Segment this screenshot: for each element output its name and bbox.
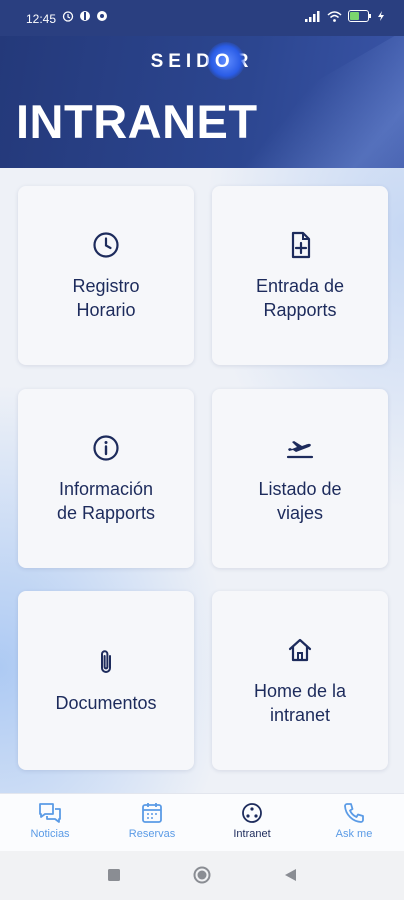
intranet-icon	[242, 803, 262, 823]
bottom-nav: Noticias Reservas Intranet Ask me	[0, 793, 404, 852]
nav-label: Intranet	[233, 828, 271, 840]
card-label-line2: de Rapports	[56, 502, 156, 523]
home-icon	[288, 638, 312, 661]
card-label: Registro Horario	[62, 274, 149, 322]
card-label-line1: Home de la	[253, 680, 347, 701]
chat-icon	[39, 803, 61, 823]
card-label-line1: Documentos	[55, 692, 157, 713]
status-bar: 12:45	[0, 0, 404, 36]
nav-item-ask-me[interactable]: Ask me	[314, 802, 394, 840]
nav-label: Noticias	[30, 828, 70, 840]
card-label-line2: Rapports	[263, 299, 337, 320]
system-nav-bar	[0, 851, 404, 900]
card-entrada-rapports[interactable]: Entrada de Rapports	[212, 186, 388, 365]
logo-text-o: O	[214, 51, 235, 72]
logo-o: O	[206, 42, 245, 80]
card-home-intranet[interactable]: Home de la intranet	[212, 591, 388, 770]
card-documentos[interactable]: Documentos	[18, 591, 194, 770]
charging-icon	[378, 11, 384, 21]
card-label-line2: Horario	[76, 299, 136, 320]
alarm-icon	[62, 11, 74, 22]
app-header: SEIDOR INTRANET	[0, 36, 404, 168]
card-label: Documentos	[45, 691, 166, 715]
status-left-icons	[62, 10, 108, 22]
signal-icon	[305, 10, 320, 22]
status-right-icons	[305, 10, 384, 22]
plane-takeoff-icon	[286, 440, 314, 458]
info-icon	[93, 434, 119, 461]
battery-icon	[348, 10, 371, 22]
paperclip-icon	[101, 649, 111, 673]
phone-icon	[344, 803, 364, 823]
app-icon	[97, 11, 107, 21]
card-label-line1: Listado de	[258, 478, 342, 499]
seidor-logo: SEIDOR	[0, 42, 404, 80]
card-label: Listado de viajes	[248, 477, 351, 525]
recent-apps-icon[interactable]	[107, 868, 121, 882]
card-label-line1: Entrada de	[255, 275, 345, 296]
card-registro-horario[interactable]: Registro Horario	[18, 186, 194, 365]
nav-item-intranet[interactable]: Intranet	[212, 802, 292, 840]
card-listado-viajes[interactable]: Listado de viajes	[212, 389, 388, 568]
card-label: Entrada de Rapports	[246, 274, 354, 322]
card-label: Información de Rapports	[47, 477, 165, 525]
card-label: Home de la intranet	[244, 679, 356, 727]
calendar-icon	[142, 803, 162, 823]
wifi-icon	[327, 10, 342, 22]
back-icon[interactable]	[284, 868, 297, 882]
status-time: 12:45	[26, 12, 57, 26]
card-label-line1: Registro	[72, 275, 140, 296]
home-button-icon[interactable]	[193, 866, 211, 884]
clock-icon	[93, 231, 119, 258]
nav-item-reservas[interactable]: Reservas	[112, 802, 192, 840]
nav-label: Reservas	[128, 828, 176, 840]
nav-item-noticias[interactable]: Noticias	[10, 802, 90, 840]
card-label-line1: Información	[58, 478, 154, 499]
card-informacion-rapports[interactable]: Información de Rapports	[18, 389, 194, 568]
page-title: INTRANET	[16, 95, 258, 148]
logo-text-left: SEID	[150, 51, 215, 72]
card-label-line2: intranet	[269, 704, 331, 725]
file-add-icon	[291, 231, 311, 258]
app-icon	[80, 11, 90, 21]
card-label-line2: viajes	[276, 502, 323, 523]
menu-grid: Registro Horario Entrada de Rapports Inf…	[0, 168, 404, 793]
nav-label: Ask me	[335, 828, 373, 840]
